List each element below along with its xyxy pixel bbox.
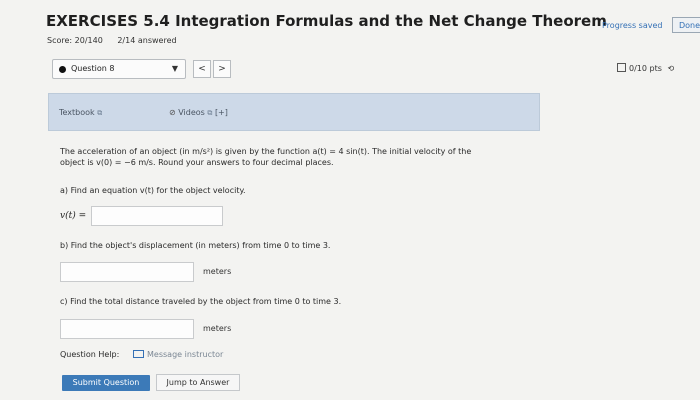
- problem-line-2: object is v(0) = −6 m/s. Round your answ…: [60, 158, 334, 167]
- points-indicator: 0/10 pts ⟲: [617, 63, 674, 73]
- videos-link[interactable]: ⊘ Videos ⧉ [+]: [169, 108, 228, 118]
- part-b-prompt: b) Find the object's displacement (in me…: [60, 241, 331, 250]
- videos-expand[interactable]: [+]: [215, 108, 228, 117]
- resource-bar: Textbook ⧉ ⊘ Videos ⧉ [+]: [48, 93, 540, 131]
- question-dropdown-value: Question 8: [71, 64, 115, 73]
- external-link-icon: ⧉: [207, 109, 213, 117]
- next-question-button[interactable]: >: [213, 60, 231, 78]
- videos-label: Videos: [178, 108, 205, 117]
- problem-statement: The acceleration of an object (in m/s²) …: [60, 146, 540, 168]
- video-icon: ⊘: [169, 108, 176, 117]
- part-c-prompt: c) Find the total distance traveled by t…: [60, 297, 342, 306]
- displacement-units: meters: [203, 267, 232, 276]
- external-link-icon: ⧉: [97, 109, 103, 117]
- caret-down-icon: ▼: [171, 64, 178, 73]
- envelope-icon: [133, 350, 144, 358]
- previous-question-button[interactable]: <: [193, 60, 211, 78]
- textbook-link[interactable]: Textbook ⧉: [59, 108, 102, 118]
- checkbox-icon: [617, 63, 626, 72]
- jump-to-answer-button[interactable]: Jump to Answer: [156, 374, 240, 391]
- progress-saved-status: Progress saved: [602, 21, 663, 30]
- score-line: Score: 20/140 2/14 answered: [47, 36, 189, 45]
- score-text: Score: 20/140: [47, 36, 103, 45]
- message-instructor-label: Message instructor: [147, 350, 224, 359]
- page-title: EXERCISES 5.4 Integration Formulas and t…: [46, 12, 607, 30]
- points-text: 0/10 pts: [629, 64, 662, 73]
- question-help-label: Question Help:: [60, 350, 120, 359]
- question-dropdown[interactable]: Question 8 ▼: [52, 59, 186, 79]
- problem-line-1: The acceleration of an object (in m/s²) …: [60, 147, 472, 156]
- velocity-answer-input[interactable]: [91, 206, 223, 226]
- refresh-icon[interactable]: ⟲: [667, 64, 674, 73]
- textbook-label: Textbook: [59, 108, 95, 117]
- distance-answer-input[interactable]: [60, 319, 194, 339]
- part-a-prompt: a) Find an equation v(t) for the object …: [60, 186, 246, 195]
- displacement-answer-input[interactable]: [60, 262, 194, 282]
- message-instructor-link[interactable]: Message instructor: [133, 350, 223, 359]
- status-dot-icon: [59, 66, 66, 73]
- velocity-label: v(t) =: [60, 211, 87, 221]
- answered-count: 2/14 answered: [117, 36, 177, 45]
- distance-units: meters: [203, 324, 232, 333]
- submit-question-button[interactable]: Submit Question: [62, 375, 150, 391]
- done-button[interactable]: Done: [672, 17, 700, 33]
